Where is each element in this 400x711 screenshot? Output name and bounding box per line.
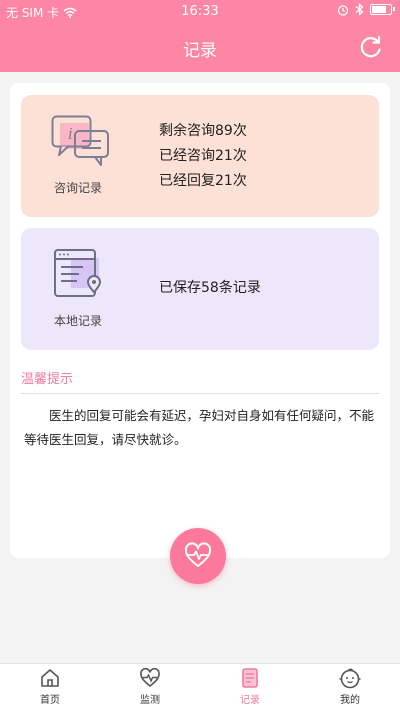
svg-text:i: i [68, 125, 73, 143]
status-bar: 无 SIM 卡 16:33 [0, 0, 400, 22]
battery-fill [372, 6, 387, 13]
local-caption: 本地记录 [53, 314, 102, 328]
tab-monitor-label: 监测 [140, 695, 160, 706]
consult-asked: 已经咨询21次 [159, 148, 247, 164]
tab-mine[interactable]: 我的 [320, 667, 380, 706]
consult-remaining: 剩余咨询89次 [159, 123, 247, 139]
consult-replied: 已经回复21次 [159, 173, 247, 189]
local-stats: 已保存58条记录 [159, 276, 261, 301]
local-record-icon [54, 249, 102, 297]
tab-monitor[interactable]: 监测 [120, 667, 180, 706]
heart-rate-button[interactable] [170, 528, 226, 584]
status-right [337, 3, 395, 16]
heart-monitor-icon [140, 667, 160, 688]
record-doc-icon [242, 668, 258, 688]
heart-rate-icon [184, 542, 212, 567]
consult-chat-icon: i [51, 115, 109, 166]
tips-title: 温馨提示 [21, 372, 74, 387]
content-card: i 咨询记录 剩余咨询89次 已经咨询21次 已经回复21次 本地记录 已保存5 [10, 83, 390, 558]
bluetooth-icon [355, 3, 364, 16]
page-title: 记录 [183, 41, 217, 61]
baby-face-icon [339, 668, 361, 689]
local-saved-count: 已保存58条记录 [159, 280, 261, 296]
local-record-card[interactable]: 本地记录 已保存58条记录 [21, 228, 379, 350]
home-icon [41, 669, 59, 687]
tab-home-label: 首页 [40, 695, 60, 706]
tab-home[interactable]: 首页 [20, 667, 80, 706]
consult-caption: 咨询记录 [53, 181, 102, 195]
consult-stats: 剩余咨询89次 已经咨询21次 已经回复21次 [159, 119, 247, 194]
battery-icon [370, 4, 395, 15]
refresh-icon[interactable] [358, 34, 384, 60]
tab-bar: 首页 监测 记录 我的 [0, 663, 400, 711]
tab-records-label: 记录 [240, 695, 260, 706]
alarm-icon [337, 4, 349, 16]
app-header: 记录 [0, 22, 400, 72]
consult-record-card[interactable]: i 咨询记录 剩余咨询89次 已经咨询21次 已经回复21次 [21, 95, 379, 217]
tab-records[interactable]: 记录 [220, 667, 280, 706]
tab-mine-label: 我的 [340, 695, 360, 706]
tips-text: 医生的回复可能会有延迟，孕妇对自身如有任何疑问，不能等待医生回复，请尽快就诊。 [24, 408, 375, 447]
tips-divider [20, 393, 380, 394]
